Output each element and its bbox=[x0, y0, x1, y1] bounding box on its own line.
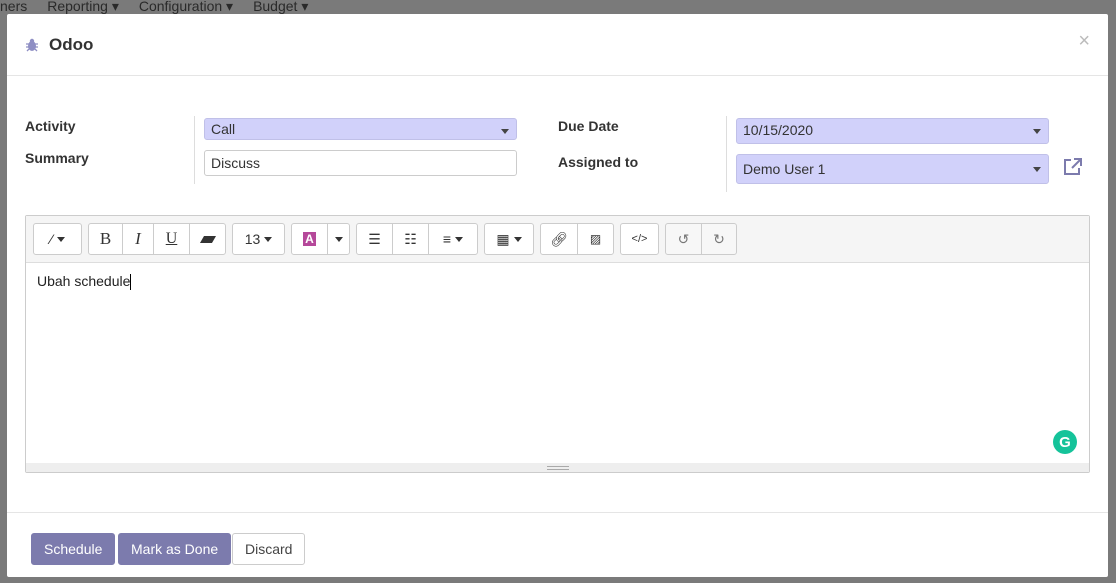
redo-button[interactable]: ↻ bbox=[701, 223, 737, 255]
bug-icon bbox=[26, 38, 38, 51]
modal-footer: Schedule Mark as Done Discard bbox=[7, 512, 1108, 577]
align-left-icon: ≡ bbox=[442, 231, 452, 247]
link-button[interactable]: 🔗︎ bbox=[540, 223, 578, 255]
color-dropdown[interactable] bbox=[327, 223, 350, 255]
align-dropdown[interactable]: ≡ bbox=[428, 223, 478, 255]
table-icon: ▦ bbox=[496, 230, 510, 247]
undo-icon: ↺ bbox=[677, 230, 690, 247]
image-icon: ▨ bbox=[589, 232, 602, 246]
divider bbox=[726, 116, 727, 192]
bold-button[interactable]: B bbox=[88, 223, 123, 255]
activity-label: Activity bbox=[25, 118, 76, 134]
schedule-activity-dialog: Odoo × Activity Summary Call Discuss Due… bbox=[7, 14, 1108, 577]
activity-value: Call bbox=[211, 121, 236, 137]
table-dropdown[interactable]: ▦ bbox=[484, 223, 534, 255]
close-button[interactable]: × bbox=[1078, 30, 1090, 53]
undo-button[interactable]: ↺ bbox=[665, 223, 702, 255]
eraser-button[interactable] bbox=[189, 223, 226, 255]
editor-content[interactable]: Ubah schedule bbox=[26, 263, 1089, 300]
discard-button[interactable]: Discard bbox=[232, 533, 306, 565]
chevron-down-icon bbox=[1033, 167, 1041, 172]
numbered-list-button[interactable]: ☷ bbox=[392, 223, 429, 255]
due-date-value: 10/15/2020 bbox=[743, 122, 814, 138]
font-size-value: 13 bbox=[244, 231, 261, 247]
list-ol-icon: ☷ bbox=[404, 230, 417, 247]
mark-as-done-button[interactable]: Mark as Done bbox=[118, 533, 232, 565]
schedule-button[interactable]: Schedule bbox=[31, 533, 116, 565]
background-menu: ners Reporting ▾ Configuration ▾ Budget … bbox=[0, 0, 308, 14]
underline-button[interactable]: U bbox=[153, 223, 190, 255]
chevron-down-icon bbox=[1033, 129, 1041, 134]
summary-input[interactable]: Discuss bbox=[204, 150, 517, 176]
style-dropdown[interactable]: ⁄ bbox=[33, 223, 82, 255]
italic-button[interactable]: I bbox=[122, 223, 154, 255]
bg-menu-item: Reporting ▾ bbox=[47, 0, 119, 14]
divider bbox=[194, 116, 195, 184]
eraser-icon bbox=[199, 235, 216, 243]
magic-wand-icon: ⁄ bbox=[50, 231, 53, 247]
code-view-button[interactable]: </> bbox=[620, 223, 659, 255]
bg-menu-item: ners bbox=[0, 0, 28, 14]
bullet-list-button[interactable]: ☰ bbox=[356, 223, 393, 255]
grammarly-icon[interactable]: G bbox=[1053, 430, 1077, 454]
external-link-icon[interactable] bbox=[1062, 157, 1083, 177]
html-editor: ⁄ B I U 13 A ☰ ☷ ≡ ▦ 🔗︎ ▨ </> ↺ ↻ Ubah s… bbox=[25, 215, 1090, 473]
text-cursor bbox=[130, 274, 132, 291]
redo-icon: ↻ bbox=[713, 230, 725, 247]
chevron-down-icon bbox=[501, 129, 509, 134]
font-color-icon: A bbox=[303, 232, 316, 246]
code-icon: </> bbox=[631, 233, 648, 245]
editor-resize-handle[interactable] bbox=[26, 463, 1089, 472]
editor-text: Ubah schedule bbox=[37, 273, 131, 289]
due-date-input[interactable]: 10/15/2020 bbox=[736, 118, 1049, 144]
modal-header: Odoo bbox=[7, 14, 1108, 76]
assigned-to-label: Assigned to bbox=[558, 154, 639, 170]
font-color-button[interactable]: A bbox=[291, 223, 328, 255]
bg-menu-item: Configuration ▾ bbox=[138, 0, 234, 14]
link-icon: 🔗︎ bbox=[550, 230, 568, 247]
image-button[interactable]: ▨ bbox=[577, 223, 614, 255]
modal-title: Odoo bbox=[49, 34, 94, 54]
font-size-dropdown[interactable]: 13 bbox=[232, 223, 285, 255]
list-ul-icon: ☰ bbox=[368, 230, 381, 247]
assigned-to-select[interactable]: Demo User 1 bbox=[736, 154, 1049, 184]
bg-menu-item: Budget ▾ bbox=[253, 0, 309, 14]
assigned-value: Demo User 1 bbox=[743, 161, 826, 177]
activity-select[interactable]: Call bbox=[204, 118, 517, 140]
summary-label: Summary bbox=[25, 150, 89, 166]
editor-toolbar: ⁄ B I U 13 A ☰ ☷ ≡ ▦ 🔗︎ ▨ </> ↺ ↻ bbox=[26, 216, 1089, 263]
due-date-label: Due Date bbox=[558, 118, 619, 134]
